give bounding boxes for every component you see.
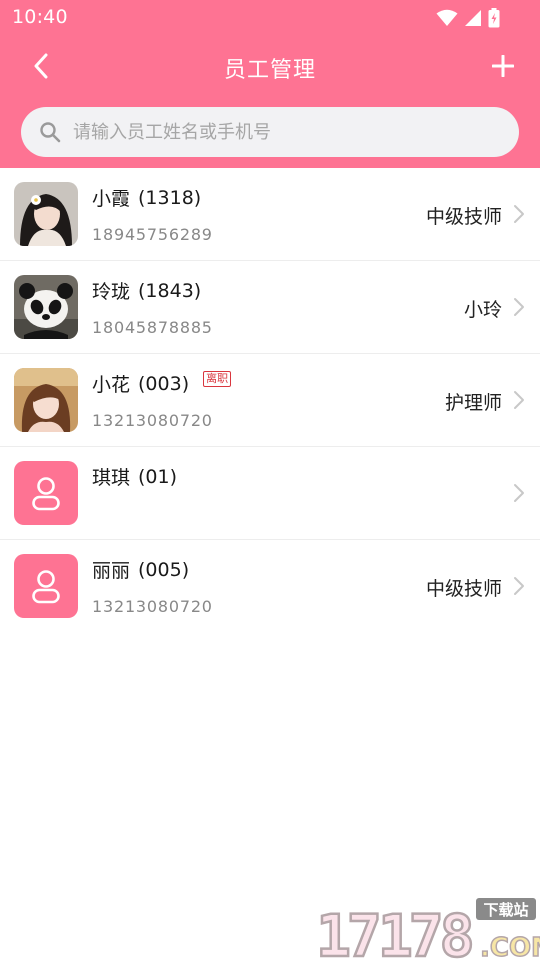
employee-row[interactable]: 丽丽 (005) 13213080720 中级技师: [0, 540, 540, 633]
page-title: 员工管理: [223, 58, 316, 83]
employee-list: 小霞 (1318) 18945756289 中级技师 玲珑 (1843) 180…: [0, 168, 540, 633]
employee-row[interactable]: 小霞 (1318) 18945756289 中级技师: [0, 168, 540, 261]
search-icon: [40, 122, 61, 143]
avatar-photo: [14, 368, 78, 432]
add-employee-button[interactable]: [486, 48, 520, 84]
employee-name: 玲珑: [92, 281, 131, 303]
employee-phone: 13213080720: [92, 597, 213, 616]
watermark-tag: 下载站: [483, 901, 528, 919]
status-bar: 10:40: [0, 0, 540, 36]
watermark-logo: 下载站 17178 .COM: [315, 898, 540, 960]
employee-role: 护理师: [444, 392, 502, 414]
employee-phone: 13213080720: [92, 411, 213, 430]
employee-code: (005): [138, 558, 190, 581]
chevron-right-icon: [514, 577, 524, 595]
watermark-domain: .COM: [480, 933, 540, 960]
chevron-right-icon: [514, 298, 524, 316]
avatar-photo: [14, 275, 78, 339]
employee-name: 丽丽: [92, 560, 131, 582]
chevron-right-icon: [514, 205, 524, 223]
employee-code: (01): [138, 465, 178, 488]
employee-row[interactable]: 小花 (003) 离职 13213080720 护理师: [0, 354, 540, 447]
employee-phone: 18945756289: [92, 225, 213, 244]
default-user-icon: [14, 461, 78, 525]
employee-name: 小霞: [92, 188, 131, 210]
status-time: 10:40: [12, 6, 68, 28]
nav-bar: 员工管理: [0, 36, 540, 100]
employee-code: (1318): [138, 186, 202, 209]
search-input[interactable]: [73, 121, 473, 143]
employee-row[interactable]: 玲珑 (1843) 18045878885 小玲: [0, 261, 540, 354]
header: 10:40 员工管理: [0, 0, 540, 168]
employee-code: (1843): [138, 279, 202, 302]
status-icons: [436, 8, 500, 28]
employee-role: 中级技师: [425, 206, 502, 228]
employee-name: 小花: [92, 374, 131, 396]
employee-code: (003): [138, 372, 190, 395]
watermark-number: 17178: [316, 902, 472, 960]
wifi-icon: [436, 9, 458, 26]
plus-icon: [492, 55, 514, 77]
employee-row[interactable]: 琪琪 (01): [0, 447, 540, 540]
employee-role: 中级技师: [425, 578, 502, 600]
avatar-photo: [14, 182, 78, 246]
chevron-right-icon: [514, 484, 524, 502]
default-user-icon: [14, 554, 78, 618]
signal-icon: [465, 10, 481, 26]
employee-role: 小玲: [463, 299, 502, 321]
chevron-right-icon: [514, 391, 524, 409]
employee-phone: 18045878885: [92, 318, 213, 337]
resigned-badge: 离职: [203, 370, 232, 387]
search-bar[interactable]: [21, 107, 519, 157]
battery-charging-icon: [488, 8, 500, 28]
employee-name: 琪琪: [92, 467, 131, 489]
